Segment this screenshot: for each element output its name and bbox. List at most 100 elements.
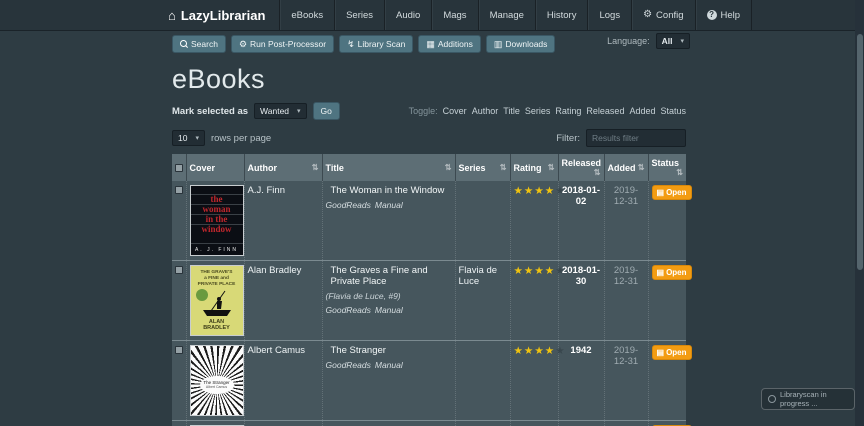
added-cell: 2019-12-31	[603, 260, 648, 341]
library-scan-button[interactable]: ↯ Library Scan	[339, 35, 414, 53]
sort-icon[interactable]: ⇅	[312, 163, 319, 172]
language-select[interactable]: All ▾	[655, 33, 690, 49]
goodreads-link[interactable]: GoodReads	[326, 200, 371, 210]
star-rating[interactable]: ★★★★★	[514, 185, 566, 197]
nav-item-ebooks[interactable]: eBooks	[279, 0, 334, 30]
row-checkbox[interactable]	[175, 186, 183, 195]
column-header-title[interactable]: Title ⇅	[321, 154, 455, 181]
gear-icon: ⚙	[643, 9, 653, 20]
author-link[interactable]: Alan Bradley	[248, 265, 302, 276]
rating-cell: ★★★★★	[509, 260, 565, 341]
column-header-author[interactable]: Author ⇅	[243, 154, 322, 181]
nav-item-logs[interactable]: Logs	[587, 0, 631, 30]
row-select-cell	[172, 420, 186, 426]
title-link[interactable]: The Stranger	[326, 345, 452, 356]
column-header-label: Cover	[189, 162, 216, 173]
home-icon: ⌂	[168, 7, 176, 23]
scrollbar-thumb[interactable]	[856, 34, 863, 270]
star-rating[interactable]: ★★★★★	[514, 265, 566, 277]
app-brand-label: LazyLibrarian	[180, 7, 266, 23]
additions-button[interactable]: ▦ Additions	[418, 35, 481, 53]
toggle-link-released[interactable]: Released	[586, 106, 624, 116]
cover-text-line: in the	[190, 214, 243, 224]
status-cell: ▤Open	[647, 340, 692, 421]
open-button[interactable]: ▤Open	[651, 345, 692, 360]
table-controls-row: 10 ▾ rows per page Filter:	[172, 129, 686, 147]
sort-icon[interactable]: ⇅	[638, 163, 645, 172]
star-rating[interactable]: ★★★★★	[514, 345, 566, 357]
status-cell: ▤Open	[647, 181, 692, 261]
source-links: GoodReads Manual	[326, 305, 452, 315]
toggle-link-title[interactable]: Title	[503, 106, 520, 116]
column-header-label: Author	[247, 162, 278, 173]
book-cover-woman[interactable]: the woman in the window A. J. FINN	[189, 185, 244, 256]
book-cover-graves[interactable]: THE GRAVE'S a FINE and PRIVATE PLACE ALAN BR…	[189, 265, 244, 336]
mark-status-select[interactable]: Wanted ▾	[254, 103, 307, 119]
column-header-added[interactable]: Added ⇅	[603, 154, 648, 181]
open-button[interactable]: ▤Open	[651, 265, 692, 280]
toggle-link-series[interactable]: Series	[525, 106, 551, 116]
nav-item-config[interactable]: ⚙ Config	[631, 0, 694, 30]
sort-icon[interactable]: ⇅	[676, 168, 683, 177]
author-link[interactable]: A.J. Finn	[248, 185, 286, 196]
nav-item-help[interactable]: ? Help	[694, 0, 753, 30]
go-button[interactable]: Go	[312, 102, 340, 120]
title-cell: The Woman in the Window GoodReads Manual	[321, 181, 455, 261]
cover-author-text: ALAN BRADLEY	[203, 319, 230, 331]
row-checkbox[interactable]	[175, 266, 183, 275]
manual-link[interactable]: Manual	[375, 200, 403, 210]
title-link[interactable]: The Graves a Fine and Private Place	[326, 265, 452, 287]
author-link[interactable]: Albert Camus	[248, 345, 306, 356]
sort-icon[interactable]: ⇅	[548, 163, 555, 172]
nav-item-mags[interactable]: Mags	[431, 0, 477, 30]
toggle-link-added[interactable]: Added	[629, 106, 655, 116]
manual-link[interactable]: Manual	[375, 305, 403, 315]
search-button[interactable]: Search	[172, 35, 226, 53]
sort-icon[interactable]: ⇅	[445, 163, 452, 172]
scrollbar-track[interactable]	[855, 0, 864, 426]
column-header-series[interactable]: Series ⇅	[454, 154, 510, 181]
select-all-checkbox[interactable]	[175, 164, 183, 173]
row-checkbox[interactable]	[175, 346, 183, 355]
column-header-released[interactable]: Released ⇅	[557, 154, 604, 181]
nav-item-audio[interactable]: Audio	[384, 0, 431, 30]
toolbar-button-label: Run Post-Processor	[250, 39, 327, 49]
question-icon: ?	[706, 10, 717, 20]
toggle-link-cover[interactable]: Cover	[443, 106, 467, 116]
toast-notification[interactable]: Libraryscan in progress ...	[761, 388, 855, 410]
nav-item-history[interactable]: History	[534, 0, 588, 30]
author-cell: Anthony Burgess	[243, 420, 322, 426]
star-filled-icon: ★	[523, 345, 535, 357]
table-row: ANTHONYBURGESSA CLOCKWORKORANGE⚙Anthony …	[172, 420, 692, 426]
sort-icon[interactable]: ⇅	[500, 163, 507, 172]
toggle-link-rating[interactable]: Rating	[555, 106, 581, 116]
ebooks-table: Cover Author ⇅ Title ⇅ Series ⇅ Rating ⇅ Released…	[172, 154, 692, 426]
rows-per-page-select[interactable]: 10 ▾	[172, 130, 205, 146]
goodreads-link[interactable]: GoodReads	[326, 360, 371, 370]
series-cell	[454, 340, 510, 421]
table-body: the woman in the window A. J. FINN A.J. Finn T…	[172, 181, 692, 426]
manual-link[interactable]: Manual	[375, 360, 403, 370]
goodreads-link[interactable]: GoodReads	[326, 305, 371, 315]
toggle-link-status[interactable]: Status	[660, 106, 686, 116]
mark-selected-row: Mark selected as Wanted ▾ Go Toggle: Cove…	[172, 102, 686, 120]
downloads-button[interactable]: ▥ Downloads	[485, 35, 556, 53]
nav-item-series[interactable]: Series	[334, 0, 384, 30]
toggle-link-author[interactable]: Author	[472, 106, 499, 116]
run-post-processor-button[interactable]: ⚙ Run Post-Processor	[230, 35, 335, 53]
column-header-rating[interactable]: Rating ⇅	[509, 154, 558, 181]
book-cover-stranger[interactable]: The Stranger Albert Camus	[189, 345, 244, 416]
title-cell: The Graves a Fine and Private Place (Flav…	[321, 260, 455, 341]
column-header-status[interactable]: Status ⇅	[647, 154, 686, 181]
open-button-label: Open	[666, 268, 687, 277]
page-title: eBooks	[172, 64, 266, 94]
nav-item-label: Series	[346, 9, 374, 21]
filter-input[interactable]	[586, 129, 686, 147]
nav-item-manage[interactable]: Manage	[477, 0, 535, 30]
select-all-cell	[172, 154, 186, 181]
app-brand[interactable]: ⌂ LazyLibrarian	[168, 0, 279, 30]
added-cell: 2019-12-31	[603, 340, 648, 421]
open-button[interactable]: ▤Open	[651, 185, 692, 200]
sort-icon[interactable]: ⇅	[594, 168, 601, 177]
title-link[interactable]: The Woman in the Window	[326, 185, 452, 196]
